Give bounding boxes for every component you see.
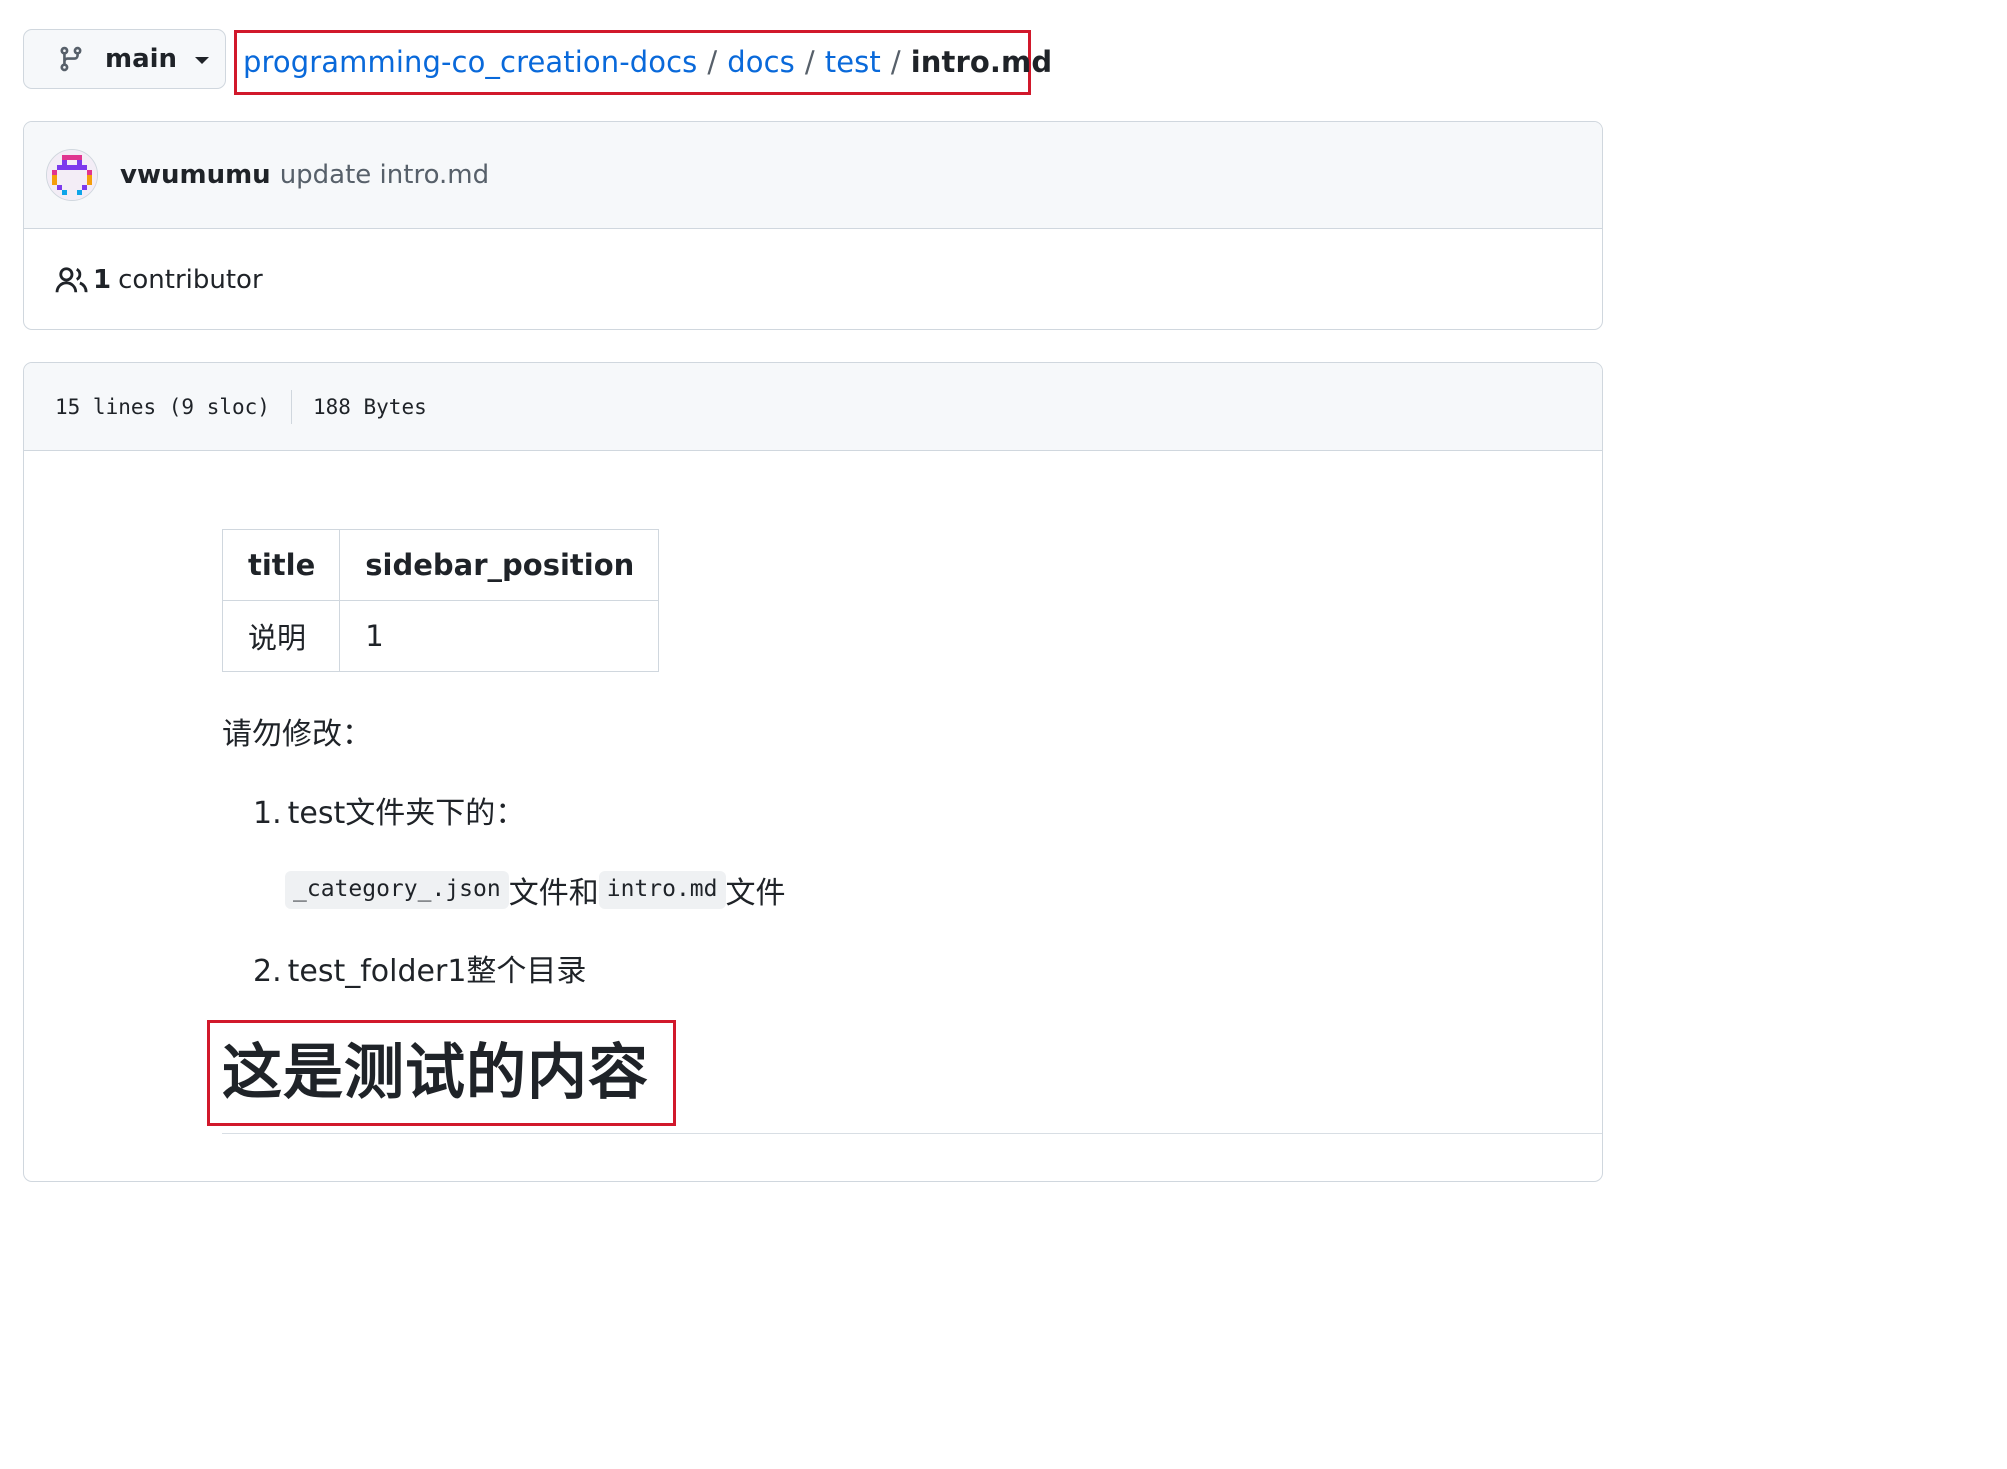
table-cell: 说明 — [221, 600, 341, 672]
file-line-count: 15 lines (9 sloc) — [55, 394, 270, 419]
commit-box: vwumumu update intro.md 1 contributor — [23, 121, 1603, 330]
breadcrumb-separator: / — [804, 45, 815, 79]
file-info-bar: 15 lines (9 sloc) 188 Bytes — [24, 363, 1602, 451]
breadcrumb-current-file: intro.md — [910, 45, 1053, 79]
breadcrumb-separator: / — [707, 45, 718, 79]
breadcrumb: programming-co_creation-docs / docs / te… — [243, 38, 1052, 86]
inline-text: 文件和 — [508, 876, 599, 911]
list-item-text: test_folder1整个目录 — [287, 954, 587, 989]
table-header-cell: title — [221, 529, 341, 601]
people-icon — [55, 267, 88, 293]
heading-underline — [222, 1133, 1602, 1134]
branch-selector-button[interactable]: main — [23, 29, 226, 89]
avatar[interactable] — [46, 149, 98, 201]
inline-code: _category_.json — [285, 871, 509, 909]
frontmatter-table: title sidebar_position 说明 1 — [221, 529, 660, 672]
breadcrumb-repo-link[interactable]: programming-co_creation-docs — [243, 45, 697, 79]
list-item: 2. test_folder1整个目录 — [253, 946, 586, 990]
contributors-row[interactable]: 1 contributor — [24, 229, 1602, 329]
list-item-number: 2. — [253, 954, 282, 989]
caret-down-icon — [195, 57, 210, 64]
latest-commit-bar: vwumumu update intro.md — [24, 122, 1602, 229]
table-cell: 1 — [339, 600, 660, 672]
table-header-cell: sidebar_position — [339, 529, 660, 601]
contributor-count: 1 — [93, 265, 112, 295]
list-item-subparagraph: _category_.json 文件和 intro.md 文件 — [285, 868, 786, 912]
contributor-label: contributor — [118, 265, 263, 295]
file-viewer: 15 lines (9 sloc) 188 Bytes title sideba… — [23, 362, 1603, 1182]
markdown-paragraph: 请勿修改： — [222, 717, 372, 752]
file-info-divider — [290, 389, 292, 424]
branch-name: main — [105, 44, 178, 74]
table-header-row: title sidebar_position — [221, 529, 660, 601]
inline-text: 文件 — [725, 876, 786, 911]
breadcrumb-docs-link[interactable]: docs — [727, 45, 795, 79]
commit-author[interactable]: vwumumu — [120, 160, 271, 190]
markdown-heading: 这是测试的内容 — [222, 1038, 649, 1108]
table-row: 说明 1 — [221, 600, 660, 672]
file-size: 188 Bytes — [312, 394, 427, 419]
list-item-number: 1. — [253, 796, 282, 831]
inline-code: intro.md — [598, 871, 726, 909]
breadcrumb-separator: / — [890, 45, 901, 79]
git-branch-icon — [60, 46, 82, 72]
commit-message[interactable]: update intro.md — [280, 160, 489, 190]
breadcrumb-test-link[interactable]: test — [825, 45, 881, 79]
list-item: 1. test文件夹下的： — [253, 788, 525, 832]
list-item-text: test文件夹下的： — [287, 796, 526, 831]
